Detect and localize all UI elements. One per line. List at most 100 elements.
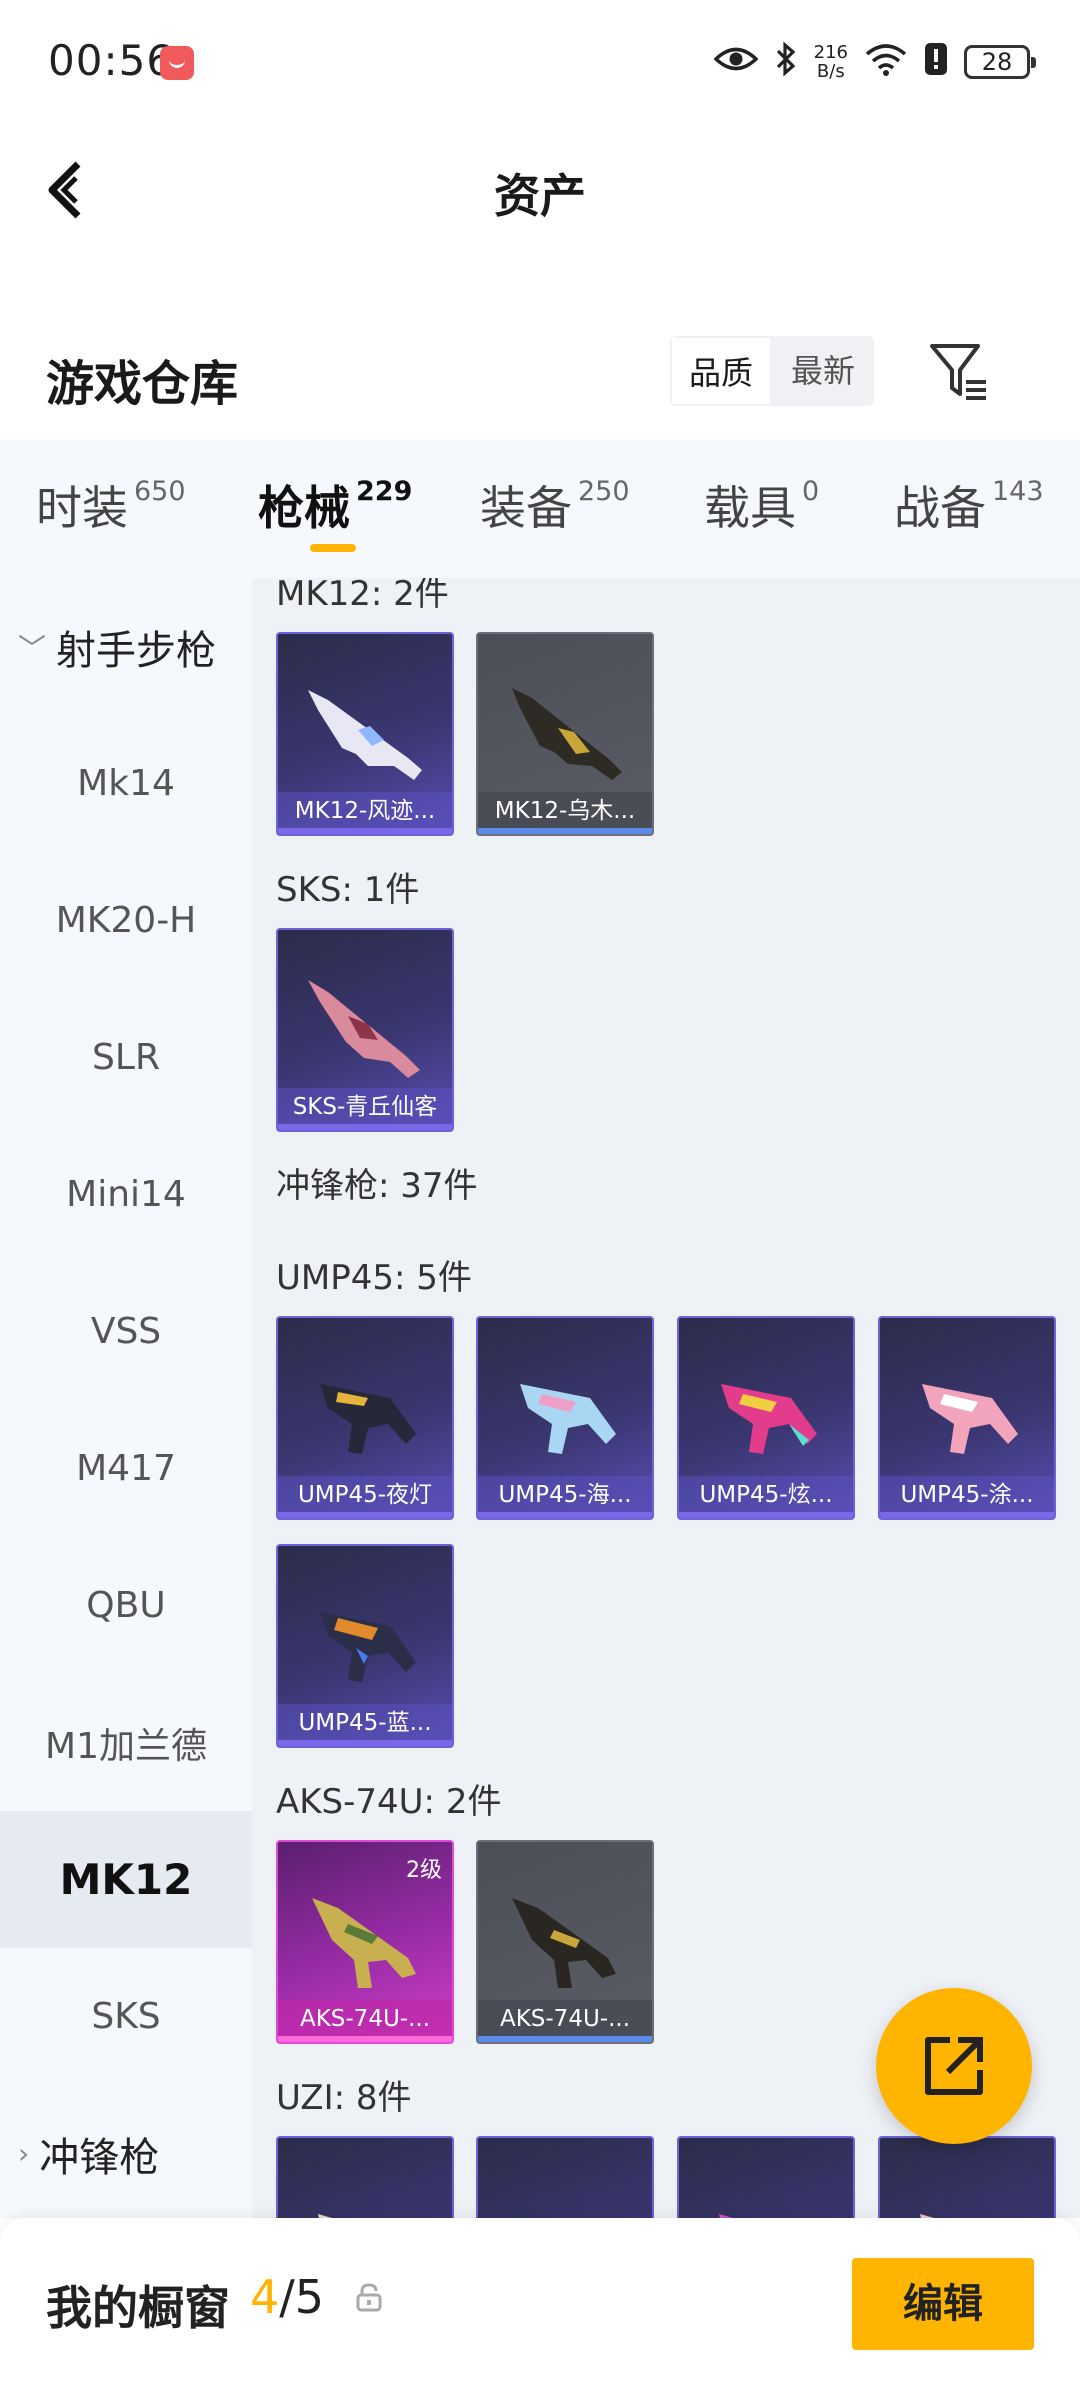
smg-skin-image <box>721 1384 817 1454</box>
tab-label: 战备 <box>894 481 986 535</box>
sidebar-item-mk12[interactable]: MK12 <box>0 1811 252 1948</box>
lock-icon <box>356 2283 382 2312</box>
tab-fashion[interactable]: 时装 650 <box>36 472 186 538</box>
sort-option-latest[interactable]: 最新 <box>772 336 874 406</box>
section-title: 游戏仓库 <box>46 356 239 412</box>
notification-app-icon <box>160 46 194 80</box>
smg-skin-image <box>920 2214 934 2218</box>
smg-skin-image <box>518 2214 532 2218</box>
smg-skin-image <box>318 2214 332 2218</box>
weapon-grid: MK12: 2件 MK12-风迹... MK12-乌木... SKS: 1件 S… <box>252 578 1080 2218</box>
sidebar-item-mk20h[interactable]: MK20-H <box>0 852 252 989</box>
tab-gear[interactable]: 战备 143 <box>894 472 1044 538</box>
section-header: 游戏仓库 品质 最新 <box>0 320 1080 440</box>
weapon-card[interactable]: AKS-74U-... <box>476 1840 654 2044</box>
card-label: UMP45-涂... <box>880 1476 1054 1518</box>
weapon-card[interactable]: UMP45-夜灯 <box>276 1316 454 1520</box>
smg-skin-image <box>719 2214 733 2218</box>
active-tab-indicator <box>310 544 356 552</box>
group-label-mk12: MK12: 2件 <box>276 578 449 614</box>
share-fab-button[interactable] <box>876 1988 1032 2144</box>
alert-icon <box>924 42 948 82</box>
sidebar-item-qbu[interactable]: QBU <box>0 1537 252 1674</box>
weapon-card[interactable] <box>476 2136 654 2218</box>
bluetooth-icon <box>774 41 798 83</box>
card-label: MK12-风迹... <box>278 792 452 834</box>
weapon-card[interactable]: UMP45-海... <box>476 1316 654 1520</box>
weapon-card[interactable]: 2级 AKS-74U-... <box>276 1840 454 2044</box>
chevron-right-icon: › <box>18 2137 30 2170</box>
weapon-card[interactable]: UMP45-涂... <box>878 1316 1056 1520</box>
tab-count: 229 <box>356 476 413 507</box>
chevron-down-icon: ﹀ <box>18 631 47 665</box>
tab-count: 250 <box>578 476 630 507</box>
weapon-type-sidebar: ﹀ 射手步枪 Mk14 MK20-H SLR Mini14 VSS M417 Q… <box>0 578 252 2218</box>
filter-button[interactable] <box>926 336 992 406</box>
card-label: AKS-74U-... <box>278 2000 452 2042</box>
sidebar-item-m1-garand[interactable]: M1加兰德 <box>0 1674 252 1811</box>
tab-label: 时装 <box>36 481 128 535</box>
rifle-skin-image <box>308 690 422 780</box>
weapon-card[interactable]: UMP45-蓝... <box>276 1544 454 1748</box>
showcase-count: 4/5 <box>250 2270 324 2324</box>
rifle-skin-image <box>512 1898 616 1988</box>
showcase-label: 我的橱窗 <box>46 2281 230 2335</box>
group-label-ump45: UMP45: 5件 <box>276 1258 472 1298</box>
smg-skin-image <box>320 1612 416 1682</box>
status-bar: 00:56 216 B/s 28 <box>0 0 1080 120</box>
tab-weapons[interactable]: 枪械 229 <box>258 472 412 538</box>
category-tabs: 时装 650 枪械 229 装备 250 载具 0 战备 143 <box>0 440 1080 578</box>
tab-vehicles[interactable]: 载具 0 <box>704 472 819 538</box>
sidebar-item-label: 冲锋枪 <box>39 2134 160 2181</box>
group-label-aks74u: AKS-74U: 2件 <box>276 1782 502 1822</box>
sidebar-item-m417[interactable]: M417 <box>0 1400 252 1537</box>
card-label: SKS-青丘仙客 <box>278 1088 452 1130</box>
wifi-icon <box>864 42 908 82</box>
weapon-card[interactable]: SKS-青丘仙客 <box>276 928 454 1132</box>
group-label-sks: SKS: 1件 <box>276 870 420 910</box>
battery-icon: 28 <box>964 45 1036 79</box>
nav-header: 资产 <box>0 120 1080 260</box>
group-label-uzi: UZI: 8件 <box>276 2078 412 2118</box>
sidebar-item-vss[interactable]: VSS <box>0 1263 252 1400</box>
smg-skin-image <box>320 1384 416 1454</box>
weapon-card[interactable] <box>677 2136 855 2218</box>
weapon-card[interactable] <box>878 2136 1056 2218</box>
sidebar-group-smg[interactable]: › 冲锋枪 <box>0 2085 252 2222</box>
external-link-icon <box>925 2037 983 2095</box>
rifle-skin-image <box>512 688 622 780</box>
sort-toggle: 品质 最新 <box>670 336 874 406</box>
smg-skin-image <box>520 1384 616 1454</box>
weapon-card[interactable]: MK12-风迹... <box>276 632 454 836</box>
card-label: MK12-乌木... <box>478 792 652 834</box>
status-time: 00:56 <box>48 36 175 85</box>
showcase-count-total: 5 <box>294 2270 325 2324</box>
sidebar-item-mini14[interactable]: Mini14 <box>0 1126 252 1263</box>
eye-icon <box>713 44 759 80</box>
status-icons: 216 B/s 28 <box>713 38 1036 86</box>
tab-count: 0 <box>802 476 820 507</box>
sidebar-item-mk14[interactable]: Mk14 <box>0 715 252 852</box>
rifle-skin-image <box>312 1898 416 1988</box>
showcase-bar: 我的橱窗 4/5 编辑 <box>0 2218 1080 2382</box>
sidebar-item-slr[interactable]: SLR <box>0 989 252 1126</box>
smg-skin-image <box>922 1384 1018 1454</box>
tab-count: 650 <box>134 476 186 507</box>
card-label: UMP45-蓝... <box>278 1704 452 1746</box>
edit-button[interactable]: 编辑 <box>852 2258 1034 2350</box>
rifle-skin-image <box>308 980 420 1078</box>
group-label-smg: 冲锋枪: 37件 <box>276 1166 478 1206</box>
card-label: UMP45-夜灯 <box>278 1476 452 1518</box>
weapon-card[interactable] <box>276 2136 454 2218</box>
weapon-card[interactable]: UMP45-炫... <box>677 1316 855 1520</box>
page-title: 资产 <box>494 169 586 223</box>
sort-option-quality[interactable]: 品质 <box>670 336 772 406</box>
tab-equipment[interactable]: 装备 250 <box>480 472 630 538</box>
tab-label: 装备 <box>480 481 572 535</box>
sidebar-group-marksman-rifles[interactable]: ﹀ 射手步枪 <box>0 578 252 715</box>
showcase-count-separator: / <box>279 2270 295 2324</box>
weapon-card[interactable]: MK12-乌木... <box>476 632 654 836</box>
card-label: UMP45-海... <box>478 1476 652 1518</box>
sidebar-item-sks[interactable]: SKS <box>0 1948 252 2085</box>
sidebar-item-label: 射手步枪 <box>56 627 217 674</box>
